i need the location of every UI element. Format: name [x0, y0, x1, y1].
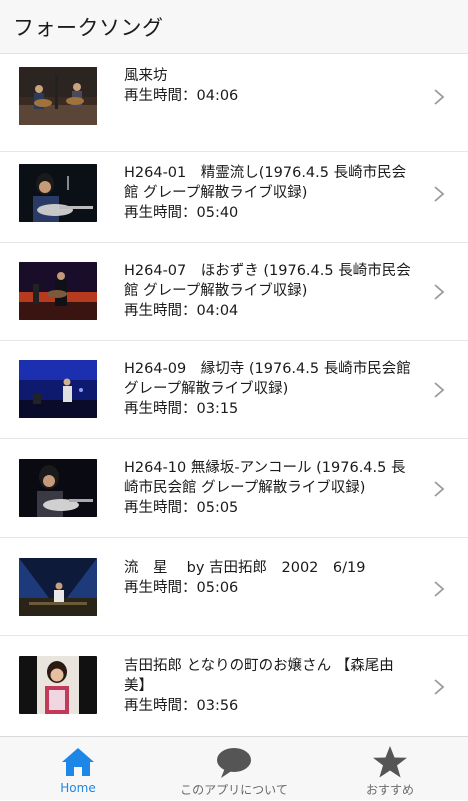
chevron-right-icon	[434, 481, 445, 497]
video-thumbnail	[19, 164, 97, 222]
home-icon	[62, 748, 94, 776]
video-title: H264-10 無縁坂-アンコール (1976.4.5 長崎市民会館 グレープ解…	[124, 460, 406, 496]
chevron-right-icon	[434, 89, 445, 105]
chevron-right-icon	[434, 581, 445, 597]
tab-home[interactable]: Home	[0, 737, 156, 801]
video-thumbnail	[19, 459, 97, 517]
video-title: H264-07 ほおずき (1976.4.5 長崎市民会館 グレープ解散ライブ収…	[124, 263, 411, 299]
chevron-right-icon	[434, 679, 445, 695]
list-item[interactable]: H264-10 無縁坂-アンコール (1976.4.5 長崎市民会館 グレープ解…	[0, 440, 468, 538]
chevron-right-icon	[434, 284, 445, 300]
video-title: 流 星 by 吉田拓郎 2002 6/19	[124, 560, 366, 576]
video-duration: 再生時間：05:40	[124, 205, 239, 221]
video-duration: 再生時間：05:06	[124, 580, 239, 596]
video-thumbnail	[19, 262, 97, 320]
video-thumbnail	[19, 360, 97, 418]
list-item[interactable]: 吉田拓郎 となりの町のお嬢さん 【森尾由美】 再生時間：03:56	[0, 636, 468, 734]
tab-about-label: このアプリについて	[180, 783, 288, 797]
video-title: H264-01 精霊流し(1976.4.5 長崎市民会館 グレープ解散ライブ収録…	[124, 165, 407, 201]
video-title: 吉田拓郎 となりの町のお嬢さん 【森尾由美】	[124, 658, 394, 694]
video-duration: 再生時間：03:56	[124, 698, 239, 714]
tab-recommended[interactable]: おすすめ	[312, 737, 468, 801]
tab-about[interactable]: このアプリについて	[156, 737, 312, 801]
tab-home-label: Home	[60, 781, 96, 795]
tab-recommended-label: おすすめ	[365, 783, 414, 797]
video-duration: 再生時間：04:06	[124, 88, 239, 104]
list-item[interactable]: H264-01 精霊流し(1976.4.5 長崎市民会館 グレープ解散ライブ収録…	[0, 145, 468, 243]
bottom-tab-bar: Home このアプリについて おすすめ	[0, 736, 468, 800]
page-title: フォークソング	[13, 16, 164, 40]
star-icon	[373, 746, 407, 778]
list-item[interactable]: 流 星 by 吉田拓郎 2002 6/19 再生時間：05:06	[0, 538, 468, 636]
list-item[interactable]: H264-07 ほおずき (1976.4.5 長崎市民会館 グレープ解散ライブ収…	[0, 243, 468, 341]
app-header: フォークソング	[0, 0, 468, 54]
video-duration: 再生時間：05:05	[124, 500, 239, 516]
video-title: 風来坊	[124, 68, 168, 84]
chevron-right-icon	[434, 382, 445, 398]
video-thumbnail	[19, 656, 97, 714]
video-thumbnail	[19, 558, 97, 616]
chevron-right-icon	[434, 186, 445, 202]
video-thumbnail	[19, 67, 97, 125]
video-title: H264-09 縁切寺 (1976.4.5 長崎市民会館グレープ解散ライブ収録)	[124, 361, 411, 397]
speech-bubble-icon	[217, 748, 251, 778]
video-list[interactable]: 風来坊 再生時間：04:06 H264-01 精霊流し(1976.4.5 長崎市…	[0, 54, 468, 736]
list-item[interactable]: 風来坊 再生時間：04:06	[0, 54, 468, 152]
list-item[interactable]: H264-09 縁切寺 (1976.4.5 長崎市民会館グレープ解散ライブ収録)…	[0, 341, 468, 439]
video-duration: 再生時間：03:15	[124, 401, 239, 417]
video-duration: 再生時間：04:04	[124, 303, 239, 319]
